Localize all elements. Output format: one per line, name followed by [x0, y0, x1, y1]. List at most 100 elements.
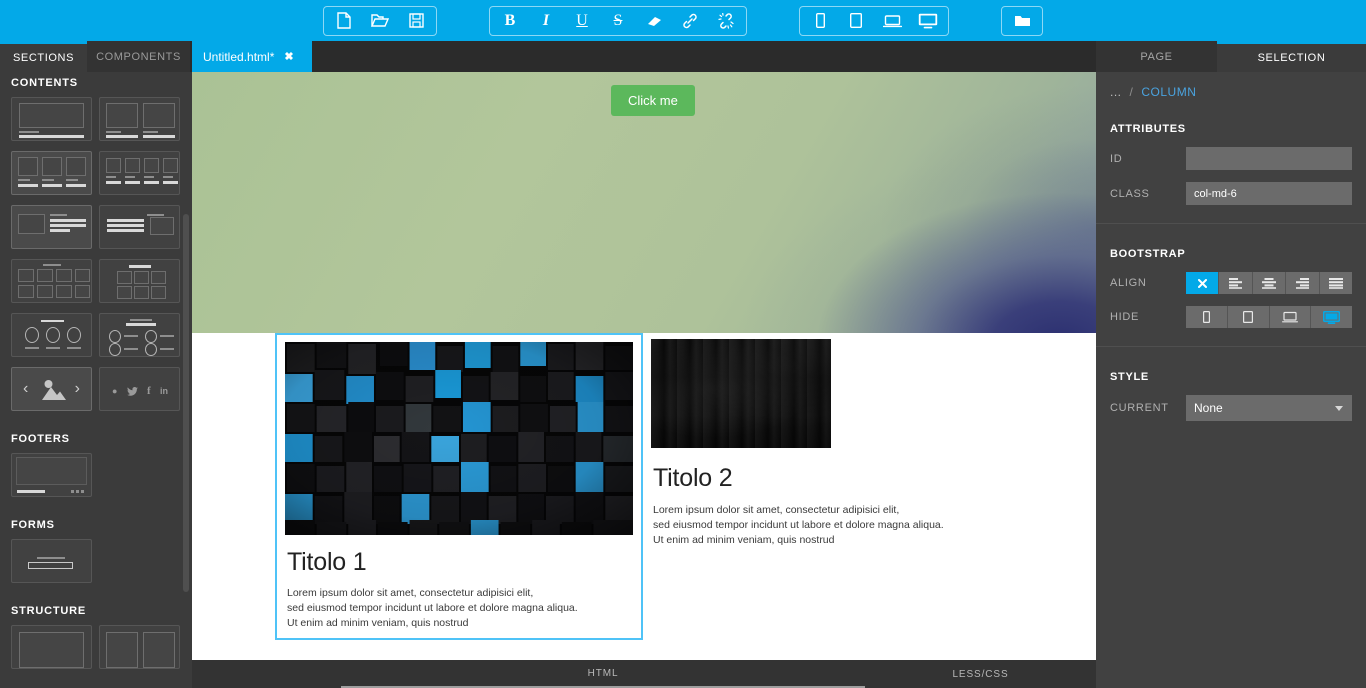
underline-icon[interactable]: U: [564, 7, 600, 35]
linkedin-icon: in: [160, 386, 168, 396]
unlink-icon[interactable]: [708, 7, 744, 35]
sidebar-footers-grid: [0, 445, 192, 497]
sidebar-thumb-hero-single[interactable]: [11, 97, 92, 141]
file-tool-group: [323, 5, 437, 36]
card-text-2-line-1: Lorem ipsum dolor sit amet, consectetur …: [653, 504, 900, 516]
sidebar-thumb-carousel[interactable]: ‹ ›: [11, 367, 92, 411]
breadcrumb-separator: /: [1129, 85, 1134, 99]
hide-segmented-control: [1186, 306, 1352, 328]
assets-tool-group: [1001, 5, 1043, 36]
tab-components[interactable]: COMPONENTS: [87, 41, 190, 72]
tab-lesscss-editor[interactable]: LESS/CSS: [865, 660, 1096, 688]
italic-icon[interactable]: I: [528, 7, 564, 35]
new-file-icon[interactable]: [326, 7, 362, 35]
card-column-2[interactable]: Titolo 2 Lorem ipsum dolor sit amet, con…: [651, 339, 1011, 549]
laptop-icon[interactable]: [874, 7, 910, 35]
sidebar-thumb-team-three[interactable]: [11, 313, 92, 357]
bootstrap-title: BOOTSTRAP: [1110, 248, 1186, 260]
class-input[interactable]: [1186, 182, 1352, 205]
sidebar-thumb-media-left[interactable]: [11, 205, 92, 249]
design-canvas[interactable]: Click me Titolo 1 Lorem ipsum dolor sit …: [192, 72, 1096, 660]
sidebar-thumb-four-columns[interactable]: [99, 151, 180, 195]
tab-file-label: Untitled.html*: [203, 49, 275, 64]
tab-untitled-html[interactable]: Untitled.html* ✖: [192, 41, 312, 72]
tab-selection[interactable]: SELECTION: [1217, 41, 1366, 72]
open-folder-icon[interactable]: [362, 7, 398, 35]
sidebar-thumb-media-right[interactable]: [99, 205, 180, 249]
sidebar-thumb-team-grid[interactable]: [99, 313, 180, 357]
sidebar-thumb-two-columns[interactable]: [99, 97, 180, 141]
image-icon: [42, 380, 66, 400]
sidebar-thumb-three-columns[interactable]: [11, 151, 92, 195]
mobile-icon[interactable]: [802, 7, 838, 35]
align-justify-button[interactable]: [1319, 272, 1353, 294]
facebook-icon: f: [147, 385, 151, 397]
sidebar-structure-grid: [0, 617, 192, 669]
sidebar-thumb-footer-basic[interactable]: [11, 453, 92, 497]
sidebar-thumb-gallery-8[interactable]: [11, 259, 92, 303]
hide-row: HIDE: [1110, 306, 1352, 328]
close-icon[interactable]: ✖: [284, 50, 293, 63]
align-none-button[interactable]: [1186, 272, 1220, 294]
card-text-2: Lorem ipsum dolor sit amet, consectetur …: [653, 503, 1011, 549]
current-style-label: CURRENT: [1110, 402, 1169, 414]
sidebar-thumb-social[interactable]: ● f in: [99, 367, 180, 411]
sidebar-thumb-form-basic[interactable]: [11, 539, 92, 583]
dark-wood-image: [651, 339, 831, 448]
current-style-select-wrap: None: [1186, 395, 1352, 421]
card-column-1[interactable]: Titolo 1 Lorem ipsum dolor sit amet, con…: [275, 333, 643, 640]
card-title-2: Titolo 2: [653, 464, 733, 492]
chevron-left-icon: ‹: [23, 380, 29, 397]
card-text-1: Lorem ipsum dolor sit amet, consectetur …: [287, 586, 633, 632]
id-row: ID: [1110, 147, 1352, 170]
inspector-panel: ... / COLUMN ATTRIBUTES ID CLASS BOOTSTR…: [1096, 72, 1366, 688]
breadcrumb-parent[interactable]: ...: [1110, 85, 1122, 99]
id-label: ID: [1110, 152, 1123, 165]
folder-icon[interactable]: [1004, 7, 1040, 35]
card-text-2-line-3: Ut enim ad minim veniam, quis nostrud: [653, 534, 835, 547]
class-label: CLASS: [1110, 187, 1150, 200]
current-style-select[interactable]: None: [1186, 395, 1352, 421]
card-text-2-line-2: sed eiusmod tempor incidunt ut labore et…: [653, 519, 944, 532]
id-input[interactable]: [1186, 147, 1352, 170]
bold-icon[interactable]: B: [492, 7, 528, 35]
sidebar-thumb-container[interactable]: [11, 625, 92, 669]
editor-bottom-bar: HTML LESS/CSS: [192, 660, 1096, 688]
save-icon[interactable]: [398, 7, 434, 35]
tablet-icon[interactable]: [838, 7, 874, 35]
hide-mobile-button[interactable]: [1186, 306, 1228, 328]
sidebar-group-contents-title: CONTENTS: [11, 77, 78, 89]
left-sidebar[interactable]: CONTENTS ‹ › ● f in FOOTERS FORMS STRUCT…: [0, 72, 192, 688]
sidebar-forms-grid: [0, 531, 192, 583]
class-row: CLASS: [1110, 182, 1352, 205]
align-right-button[interactable]: [1286, 272, 1320, 294]
chevron-right-icon: ›: [74, 380, 80, 397]
hide-tablet-button[interactable]: [1227, 306, 1270, 328]
align-left-button[interactable]: [1219, 272, 1253, 294]
sidebar-group-footers-title: FOOTERS: [11, 433, 70, 445]
hide-laptop-button[interactable]: [1269, 306, 1312, 328]
hero-section[interactable]: Click me: [192, 72, 1096, 333]
align-center-button[interactable]: [1252, 272, 1287, 294]
hide-desktop-button[interactable]: [1311, 306, 1352, 328]
breadcrumb-current[interactable]: COLUMN: [1141, 85, 1196, 99]
align-segmented-control: [1186, 272, 1353, 294]
bootstrap-section: BOOTSTRAP ALIGN HIDE: [1096, 248, 1366, 328]
app-window: B I U S SECTIONS COMPONENTS Untitled.htm…: [0, 0, 1366, 688]
strikethrough-icon[interactable]: S: [600, 7, 636, 35]
tab-html-editor[interactable]: HTML: [341, 660, 865, 688]
desktop-icon[interactable]: [910, 7, 946, 35]
eraser-icon[interactable]: [636, 7, 672, 35]
hide-label: HIDE: [1110, 311, 1140, 323]
sidebar-thumb-row-two[interactable]: [99, 625, 180, 669]
sidebar-scrollbar[interactable]: [183, 214, 189, 592]
tab-page[interactable]: PAGE: [1096, 41, 1217, 72]
breadcrumb: ... / COLUMN: [1096, 72, 1366, 99]
click-me-button[interactable]: Click me: [611, 85, 695, 116]
sidebar-thumb-gallery-6[interactable]: [99, 259, 180, 303]
attributes-section: ATTRIBUTES ID CLASS: [1096, 123, 1366, 205]
sidebar-group-forms-title: FORMS: [11, 519, 55, 531]
link-icon[interactable]: [672, 7, 708, 35]
align-row: ALIGN: [1110, 272, 1353, 294]
tab-sections[interactable]: SECTIONS: [0, 41, 87, 72]
